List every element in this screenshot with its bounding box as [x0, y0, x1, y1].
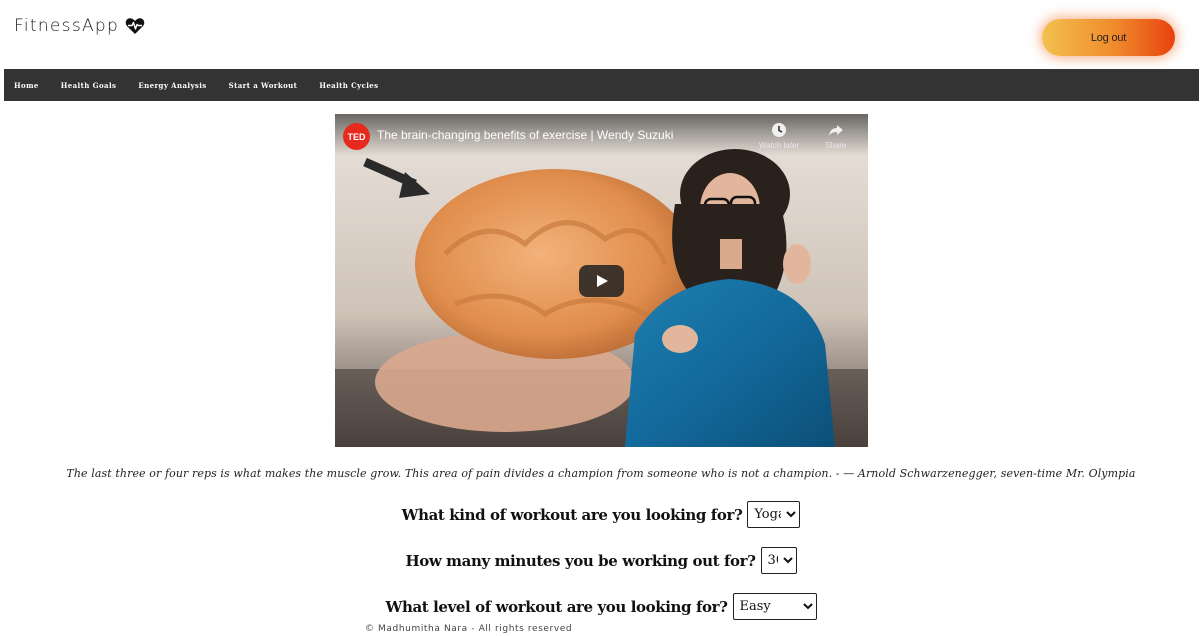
- video-embed[interactable]: TED The brain-changing benefits of exerc…: [335, 114, 868, 447]
- minutes-select[interactable]: 30: [760, 547, 797, 574]
- share-button[interactable]: Share: [825, 122, 846, 150]
- brand-name: FitnessApp: [14, 16, 120, 36]
- level-label: What level of workout are you looking fo…: [385, 597, 728, 616]
- minutes-label: How many minutes you be working out for?: [405, 551, 756, 570]
- video-title[interactable]: The brain-changing benefits of exercise …: [377, 128, 673, 142]
- heart-pulse-icon: [125, 17, 145, 35]
- brand[interactable]: FitnessApp: [14, 16, 145, 36]
- workout-type-row: What kind of workout are you looking for…: [0, 501, 1202, 528]
- footer-copyright: © Madhumitha Nara - All rights reserved: [365, 624, 573, 634]
- clock-icon: [772, 123, 787, 137]
- nav-health-cycles[interactable]: Health Cycles: [308, 81, 389, 90]
- motivational-quote: The last three or four reps is what make…: [66, 467, 1136, 480]
- watch-later-button[interactable]: Watch later: [759, 122, 799, 150]
- nav-start-workout[interactable]: Start a Workout: [218, 81, 309, 90]
- level-row: What level of workout are you looking fo…: [0, 593, 1202, 620]
- play-button[interactable]: [579, 265, 624, 297]
- nav-health-goals[interactable]: Health Goals: [50, 81, 128, 90]
- workout-type-select[interactable]: Yoga: [747, 501, 801, 528]
- share-icon: [828, 125, 843, 136]
- logout-button[interactable]: Log out: [1042, 19, 1175, 56]
- nav-home[interactable]: Home: [4, 81, 50, 90]
- level-select[interactable]: Easy: [732, 593, 817, 620]
- workout-type-label: What kind of workout are you looking for…: [401, 505, 743, 524]
- ted-channel-logo[interactable]: TED: [343, 123, 370, 150]
- main-navbar: Home Health Goals Energy Analysis Start …: [4, 69, 1199, 101]
- watch-later-label: Watch later: [759, 141, 800, 150]
- play-icon: [596, 275, 608, 287]
- nav-energy-analysis[interactable]: Energy Analysis: [127, 81, 217, 90]
- minutes-row: How many minutes you be working out for?…: [0, 547, 1202, 574]
- share-label: Share: [825, 141, 847, 150]
